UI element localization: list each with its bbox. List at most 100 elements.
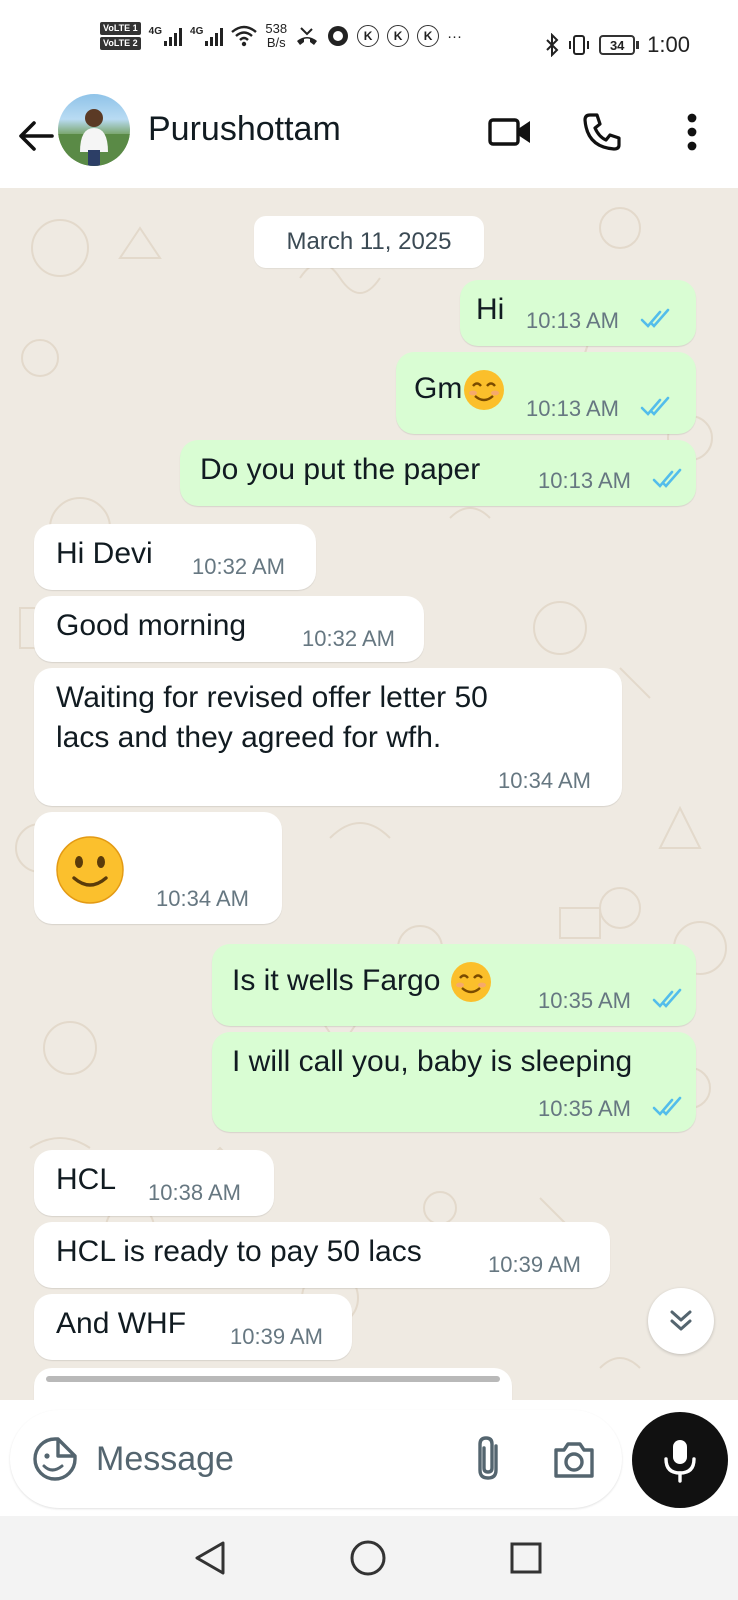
battery-icon: 34	[599, 35, 640, 55]
read-receipt-icon	[640, 308, 670, 328]
incoming-message[interactable]: HCL is ready to pay 50 lacs 10:39 AM	[34, 1222, 610, 1288]
missed-call-icon	[297, 27, 318, 45]
scroll-to-bottom-button[interactable]	[648, 1288, 714, 1354]
message-text-line2: lacs and they agreed for wfh.	[56, 721, 442, 754]
nav-home-button[interactable]	[346, 1536, 390, 1580]
phone-icon	[583, 113, 621, 151]
clock: 1:00	[647, 32, 690, 57]
outgoing-message[interactable]: Gm 10:13 AM	[396, 352, 696, 434]
attach-button[interactable]	[466, 1434, 512, 1484]
double-chevron-down-icon	[670, 1310, 692, 1331]
incoming-message[interactable]: 10:34 AM	[34, 812, 282, 924]
incoming-message-partial[interactable]	[34, 1368, 512, 1400]
outgoing-message[interactable]: Hi 10:13 AM	[460, 280, 696, 346]
outgoing-message[interactable]: Do you put the paper 10:13 AM	[180, 440, 696, 506]
message-time: 10:13 AM	[526, 308, 619, 333]
incoming-message[interactable]: HCL 10:38 AM	[34, 1150, 274, 1216]
message-time: 10:13 AM	[538, 468, 631, 493]
more-vert-icon	[687, 113, 697, 151]
message-text: And WHF	[56, 1307, 187, 1340]
message-text: I will call you, baby is sleeping	[232, 1045, 633, 1078]
outgoing-message[interactable]: I will call you, baby is sleeping 10:35 …	[212, 1032, 696, 1132]
more-options-button[interactable]	[668, 108, 716, 156]
net-speed-value: 538	[265, 21, 288, 36]
date-separator: March 11, 2025	[254, 216, 484, 268]
avatar-photo	[58, 109, 130, 166]
triangle-back-icon	[195, 1541, 225, 1575]
message-time: 10:34 AM	[498, 768, 591, 793]
outgoing-message[interactable]: Is it wells Fargo 10:35 AM	[212, 944, 696, 1026]
media-preview-edge	[46, 1376, 500, 1382]
camera-button[interactable]	[550, 1436, 598, 1484]
network-type-1: 4G	[148, 26, 163, 37]
message-composer	[10, 1410, 622, 1508]
volte-2-badge: VoLTE 2	[100, 37, 141, 50]
contact-name[interactable]: Purushottam	[148, 110, 341, 149]
read-receipt-icon	[652, 988, 682, 1008]
circle-home-icon	[350, 1540, 386, 1576]
vibrate-icon	[569, 35, 590, 55]
chat-area[interactable]: March 11, 2025 Hi 10:13 AM Gm 10:13 AM D…	[0, 188, 738, 1400]
square-recents-icon	[510, 1542, 542, 1574]
video-call-button[interactable]	[486, 108, 534, 156]
message-time: 10:35 AM	[538, 988, 631, 1013]
message-time: 10:39 AM	[488, 1252, 581, 1277]
message-text-content: Gm	[414, 371, 463, 405]
signal-1-icon: 4G	[148, 26, 183, 46]
app-notification-icon	[328, 26, 349, 46]
contact-avatar[interactable]	[58, 94, 130, 166]
wifi-icon	[231, 25, 258, 47]
mic-icon	[664, 1440, 696, 1483]
back-button[interactable]	[14, 114, 58, 158]
read-receipt-icon	[652, 1096, 682, 1116]
battery-level: 34	[599, 35, 636, 55]
incoming-message[interactable]: Waiting for revised offer letter 50 lacs…	[34, 668, 622, 806]
message-time: 10:39 AM	[230, 1324, 323, 1349]
incoming-message[interactable]: Hi Devi 10:32 AM	[34, 524, 316, 590]
message-text-line1: Waiting for revised offer letter 50	[56, 681, 488, 714]
nav-recents-button[interactable]	[504, 1536, 548, 1580]
system-nav-bar	[0, 1516, 738, 1600]
message-text: Gm	[414, 368, 506, 412]
message-time: 10:32 AM	[302, 626, 395, 651]
message-text: Good morning	[56, 609, 247, 642]
nav-back-button[interactable]	[188, 1536, 232, 1580]
message-time: 10:34 AM	[156, 886, 249, 911]
notification-k-icon: K	[357, 25, 380, 47]
arrow-left-icon	[19, 121, 54, 151]
message-input[interactable]	[96, 1430, 456, 1488]
voice-call-button[interactable]	[578, 108, 626, 156]
incoming-message[interactable]: And WHF 10:39 AM	[34, 1294, 352, 1360]
message-text: Hi Devi	[56, 537, 153, 570]
network-speed: 538 B/s	[265, 22, 287, 50]
status-bar: VoLTE 1 VoLTE 2 4G 4G 538 B/s K K K ··· …	[0, 0, 738, 88]
status-left: VoLTE 1 VoLTE 2 4G 4G 538 B/s K K K ···	[100, 22, 462, 50]
notification-k-icon: K	[417, 25, 440, 47]
message-time: 10:38 AM	[148, 1180, 241, 1205]
message-text: HCL	[56, 1163, 117, 1196]
status-right: 34 1:00	[545, 32, 690, 58]
net-speed-unit: B/s	[266, 35, 286, 50]
message-time: 10:13 AM	[526, 396, 619, 421]
smiling-face-with-smiling-eyes-emoji	[464, 370, 505, 410]
message-time: 10:32 AM	[192, 554, 285, 579]
message-text: Hi	[476, 293, 505, 326]
voice-message-button[interactable]	[632, 1412, 728, 1508]
incoming-message[interactable]: Good morning 10:32 AM	[34, 596, 424, 662]
sticker-icon	[33, 1437, 77, 1481]
notification-k-icon: K	[387, 25, 410, 47]
read-receipt-icon	[652, 468, 682, 488]
message-text: HCL is ready to pay 50 lacs	[56, 1235, 422, 1268]
video-call-icon	[488, 118, 530, 146]
sticker-button[interactable]	[32, 1436, 78, 1482]
bluetooth-icon	[546, 33, 559, 57]
chat-header: Purushottam	[0, 88, 738, 188]
volte-badges: VoLTE 1 VoLTE 2	[100, 22, 141, 50]
message-text: Do you put the paper	[200, 453, 481, 486]
message-text-content: Is it wells Fargo	[232, 963, 441, 997]
paperclip-icon	[478, 1436, 498, 1480]
message-time: 10:35 AM	[538, 1096, 631, 1121]
signal-2-icon: 4G	[190, 26, 224, 46]
network-type-2: 4G	[190, 26, 204, 37]
more-notifications-icon: ···	[447, 27, 463, 45]
